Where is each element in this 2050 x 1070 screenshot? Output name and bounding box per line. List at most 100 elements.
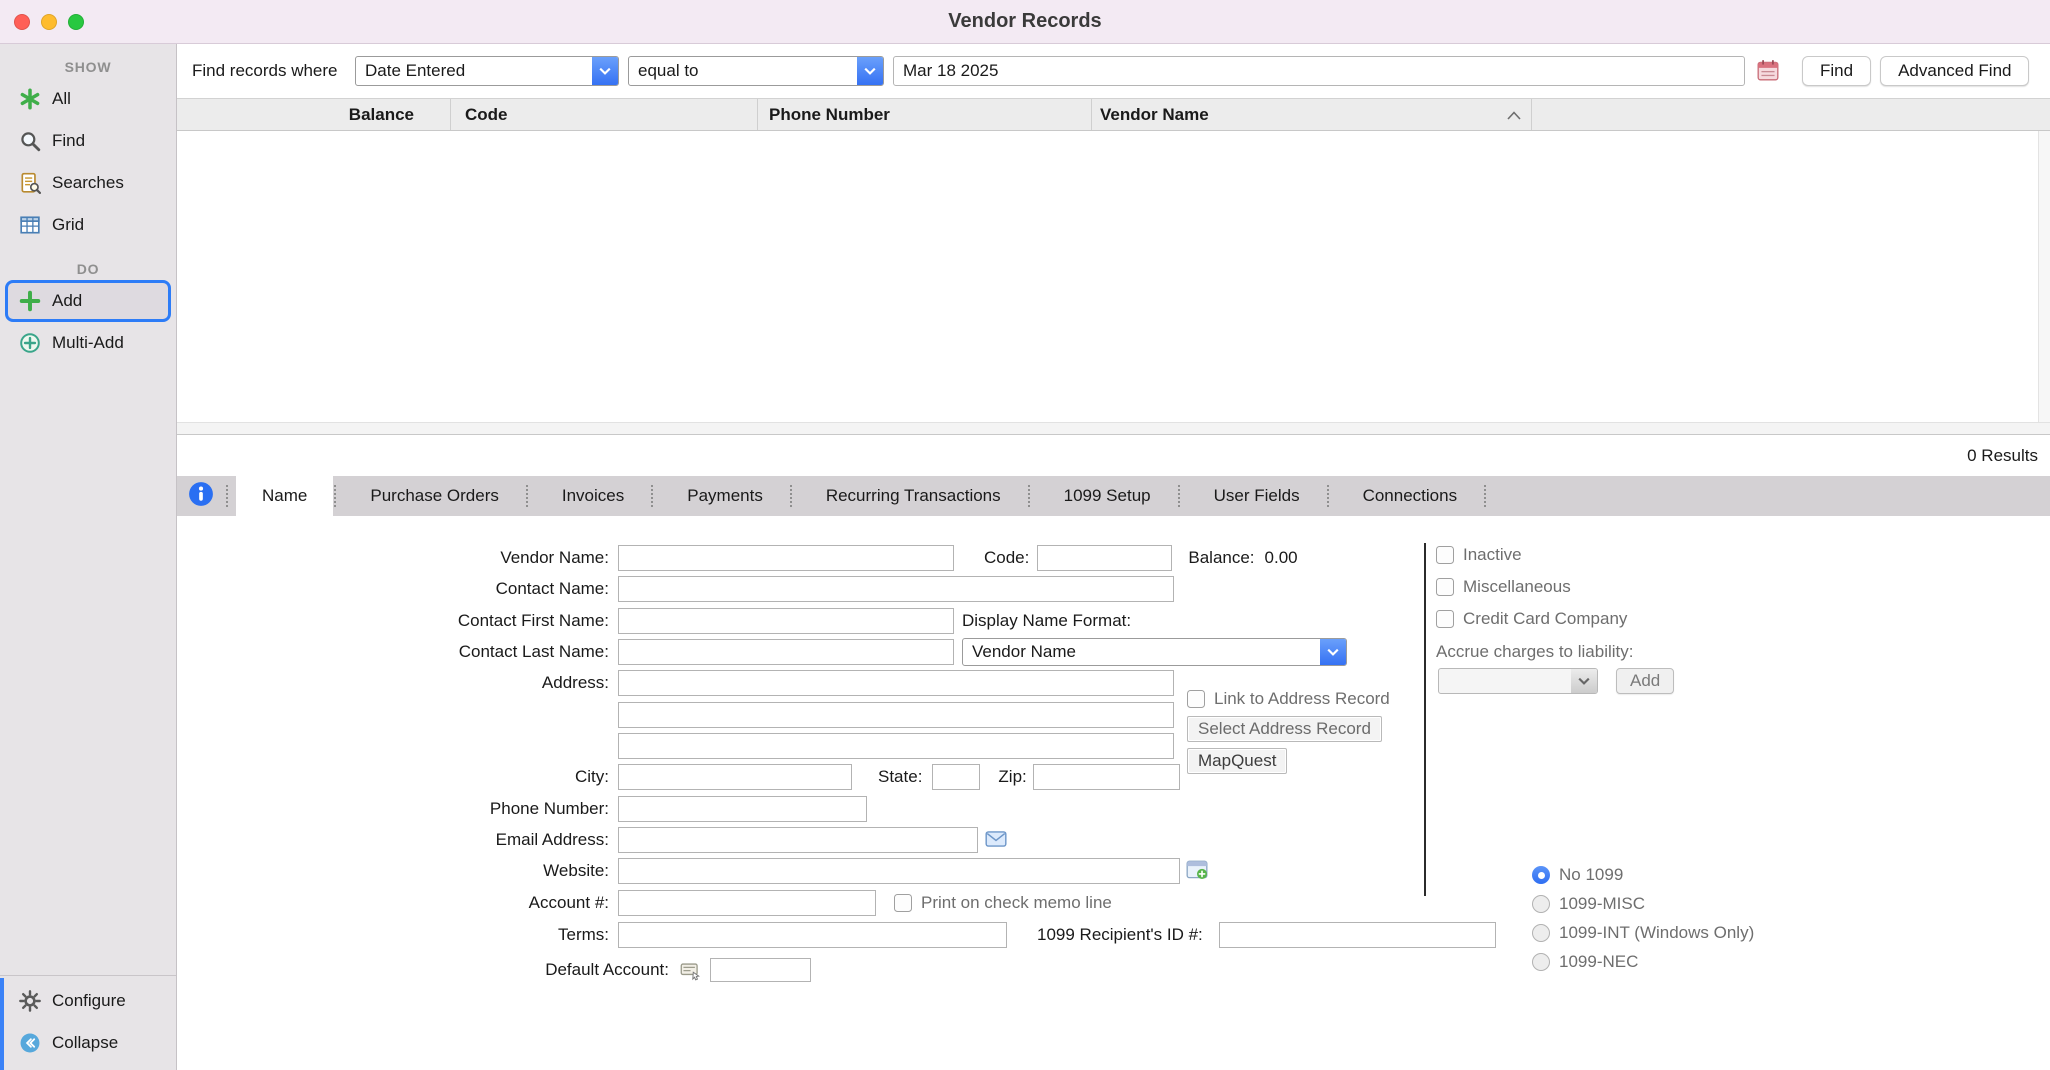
sidebar-item-searches[interactable]: Searches: [0, 162, 176, 204]
close-button[interactable]: [14, 14, 30, 30]
contact-name-input[interactable]: [618, 576, 1174, 602]
compose-email-icon: [984, 827, 1008, 854]
select-address-record-button[interactable]: Select Address Record: [1187, 716, 1382, 742]
horizontal-scrollbar[interactable]: [177, 422, 2050, 434]
accrue-liability-dropdown[interactable]: [1438, 668, 1598, 694]
default-account-input[interactable]: [710, 958, 811, 982]
find-field-dropdown[interactable]: Date Entered: [355, 56, 619, 86]
sidebar-item-multi-add[interactable]: Multi-Add: [0, 322, 176, 364]
open-website-icon: [1185, 858, 1209, 885]
email-address-input[interactable]: [618, 827, 978, 853]
contact-last-name-input[interactable]: [618, 639, 954, 665]
radio-row-no-1099: No 1099: [1532, 864, 1623, 886]
vendor-name-input[interactable]: [618, 545, 954, 571]
website-label: Website:: [177, 861, 618, 881]
tab-label: Invoices: [562, 486, 624, 506]
configure-button[interactable]: Configure: [0, 980, 176, 1022]
email-address-row: Email Address:: [177, 826, 1008, 854]
sidebar-item-label: Multi-Add: [52, 333, 124, 353]
website-row: Website:: [177, 857, 1209, 885]
sidebar-footer: Configure Collapse: [0, 975, 176, 1070]
find-field-value: Date Entered: [356, 61, 592, 81]
miscellaneous-label: Miscellaneous: [1463, 577, 1571, 597]
tab-connections[interactable]: Connections: [1337, 476, 1484, 516]
date-picker-button[interactable]: [1754, 57, 1782, 85]
form-divider: [1424, 543, 1426, 896]
column-header-vendor-name[interactable]: Vendor Name: [1092, 99, 1532, 130]
collapse-button[interactable]: Collapse: [0, 1022, 176, 1064]
link-to-address-checkbox[interactable]: [1187, 690, 1205, 708]
open-website-button[interactable]: [1185, 858, 1209, 885]
print-on-memo-checkbox[interactable]: [894, 894, 912, 912]
radio-no-1099[interactable]: [1532, 866, 1550, 884]
tab-payments[interactable]: Payments: [661, 476, 789, 516]
find-operator-value: equal to: [629, 61, 857, 81]
terms-input[interactable]: [618, 922, 1007, 948]
credit-card-company-checkbox-row: Credit Card Company: [1436, 608, 1627, 630]
find-button[interactable]: Find: [1802, 56, 1871, 86]
inactive-checkbox[interactable]: [1436, 546, 1454, 564]
contact-first-name-input[interactable]: [618, 608, 954, 634]
address-line3-input[interactable]: [618, 733, 1174, 759]
zip-input[interactable]: [1033, 764, 1180, 790]
zoom-button[interactable]: [68, 14, 84, 30]
display-name-format-dropdown[interactable]: Vendor Name: [962, 638, 1347, 666]
terms-label: Terms:: [177, 925, 618, 945]
contact-name-label: Contact Name:: [177, 579, 618, 599]
recipient-id-input[interactable]: [1219, 922, 1496, 948]
display-name-format-label: Display Name Format:: [962, 611, 1131, 631]
tab-separator: [790, 485, 799, 507]
tab-separator: [226, 485, 235, 507]
address-line2-input[interactable]: [618, 702, 1174, 728]
vertical-scrollbar[interactable]: [2038, 131, 2050, 422]
sidebar-item-add[interactable]: Add: [5, 280, 171, 322]
tab-separator: [526, 485, 535, 507]
tab-invoices[interactable]: Invoices: [536, 476, 650, 516]
vendor-name-row: Vendor Name: Code: Balance: 0.00: [177, 544, 1298, 572]
credit-card-company-checkbox[interactable]: [1436, 610, 1454, 628]
radio-row-1099-int: 1099-INT (Windows Only): [1532, 922, 1754, 944]
tab-1099-setup[interactable]: 1099 Setup: [1038, 476, 1177, 516]
address-row-3: [618, 732, 1174, 760]
account-lookup-button[interactable]: [678, 957, 702, 984]
sidebar-item-grid[interactable]: Grid: [0, 204, 176, 246]
column-header-balance[interactable]: Balance: [177, 99, 451, 130]
mapquest-button[interactable]: MapQuest: [1187, 748, 1287, 774]
find-value-input[interactable]: [893, 56, 1745, 86]
sidebar-item-label: Configure: [52, 991, 126, 1011]
find-operator-dropdown[interactable]: equal to: [628, 56, 884, 86]
address-line1-input[interactable]: [618, 670, 1174, 696]
phone-number-row: Phone Number:: [177, 795, 867, 823]
minimize-button[interactable]: [41, 14, 57, 30]
print-on-memo-label: Print on check memo line: [921, 893, 1112, 913]
phone-number-input[interactable]: [618, 796, 867, 822]
tab-purchase-orders[interactable]: Purchase Orders: [344, 476, 525, 516]
tab-separator: [334, 485, 343, 507]
column-header-phone-number[interactable]: Phone Number: [758, 99, 1092, 130]
phone-number-label: Phone Number:: [177, 799, 618, 819]
asterisk-icon: [18, 87, 42, 111]
compose-email-button[interactable]: [984, 827, 1008, 854]
balance-value: 0.00: [1265, 548, 1298, 568]
accrue-add-button[interactable]: Add: [1616, 668, 1674, 694]
radio-1099-misc[interactable]: [1532, 895, 1550, 913]
state-input[interactable]: [932, 764, 980, 790]
tab-name[interactable]: Name: [236, 476, 333, 516]
code-input[interactable]: [1037, 545, 1172, 571]
inactive-checkbox-row: Inactive: [1436, 544, 1522, 566]
radio-1099-int[interactable]: [1532, 924, 1550, 942]
sidebar-do-header: DO: [0, 258, 176, 280]
info-button[interactable]: [177, 476, 225, 516]
sidebar-item-all[interactable]: All: [0, 78, 176, 120]
account-number-input[interactable]: [618, 890, 876, 916]
tab-user-fields[interactable]: User Fields: [1188, 476, 1326, 516]
city-input[interactable]: [618, 764, 852, 790]
miscellaneous-checkbox[interactable]: [1436, 578, 1454, 596]
sidebar-item-find[interactable]: Find: [0, 120, 176, 162]
tab-recurring-transactions[interactable]: Recurring Transactions: [800, 476, 1027, 516]
website-input[interactable]: [618, 858, 1180, 884]
advanced-find-button[interactable]: Advanced Find: [1880, 56, 2029, 86]
tab-bar-filler: [1494, 476, 2050, 516]
radio-1099-nec[interactable]: [1532, 953, 1550, 971]
column-header-code[interactable]: Code: [451, 99, 758, 130]
